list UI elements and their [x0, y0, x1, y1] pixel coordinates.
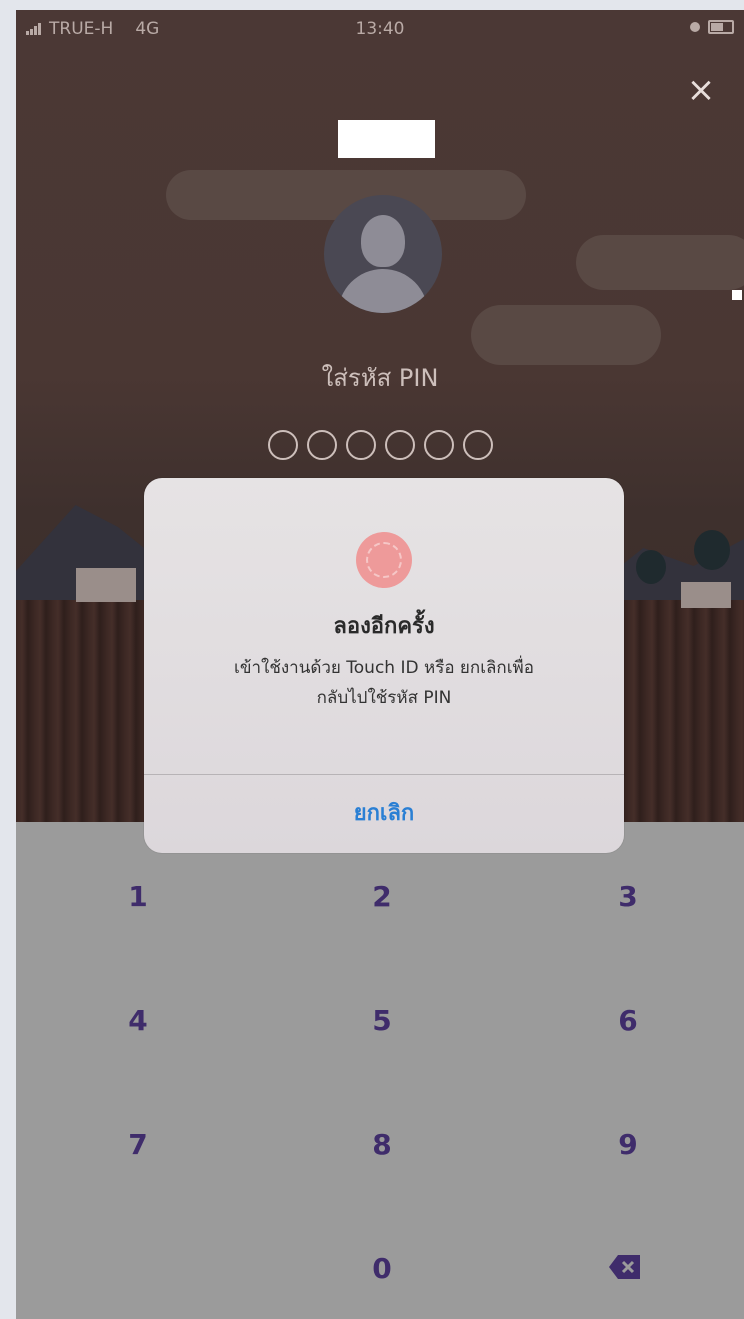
key-1[interactable]: 1	[78, 852, 198, 942]
pin-dot	[384, 430, 415, 460]
pin-dot	[267, 430, 298, 460]
user-avatar-icon	[324, 195, 442, 313]
key-3[interactable]: 3	[568, 852, 688, 942]
cloud-decoration	[471, 305, 661, 365]
backspace-icon	[609, 1255, 640, 1279]
key-7[interactable]: 7	[78, 1100, 198, 1190]
tree-decoration	[694, 530, 730, 570]
cloud-decoration	[576, 235, 744, 290]
touch-id-dialog: ลองอีกครั้ง เข้าใช้งานด้วย Touch ID หรือ…	[144, 478, 624, 853]
house-decoration	[76, 568, 136, 602]
key-5[interactable]: 5	[322, 976, 442, 1066]
dialog-message: เข้าใช้งานด้วย Touch ID หรือ ยกเลิกเพื่อ…	[174, 653, 594, 713]
side-marker	[732, 290, 742, 300]
battery-icon	[708, 20, 734, 34]
key-9[interactable]: 9	[568, 1100, 688, 1190]
key-8[interactable]: 8	[322, 1100, 442, 1190]
key-4[interactable]: 4	[78, 976, 198, 1066]
pin-dot	[423, 430, 454, 460]
dialog-message-line2: กลับไปใช้รหัส PIN	[316, 688, 452, 708]
status-time: 13:40	[355, 19, 405, 39]
key-0[interactable]: 0	[322, 1224, 442, 1314]
phone-screen: TRUE-H 4G 13:40 × ใส่รหัส PIN 1 2 3 4 5 …	[16, 10, 744, 1319]
title-placeholder	[338, 120, 435, 158]
cancel-button[interactable]: ยกเลิก	[144, 775, 624, 853]
key-2[interactable]: 2	[322, 852, 442, 942]
key-6[interactable]: 6	[568, 976, 688, 1066]
orientation-lock-icon	[690, 22, 700, 32]
tree-decoration	[636, 550, 666, 584]
pin-dot	[306, 430, 337, 460]
pin-indicator	[16, 430, 744, 460]
status-bar: TRUE-H 4G 13:40	[16, 10, 744, 50]
dialog-message-line1: เข้าใช้งานด้วย Touch ID หรือ ยกเลิกเพื่อ	[234, 658, 534, 678]
backspace-button[interactable]	[608, 1254, 648, 1284]
status-right	[690, 20, 734, 34]
close-icon: ×	[686, 70, 716, 110]
house-decoration	[681, 582, 731, 608]
pin-label: ใส่รหัส PIN	[321, 364, 439, 392]
pin-dot	[345, 430, 376, 460]
dialog-title: ลองอีกครั้ง	[333, 614, 435, 639]
close-button[interactable]: ×	[686, 73, 716, 107]
fingerprint-icon	[356, 532, 412, 588]
pin-keypad: 1 2 3 4 5 6 7 8 9 0	[16, 822, 744, 1319]
pin-dot	[462, 430, 493, 460]
